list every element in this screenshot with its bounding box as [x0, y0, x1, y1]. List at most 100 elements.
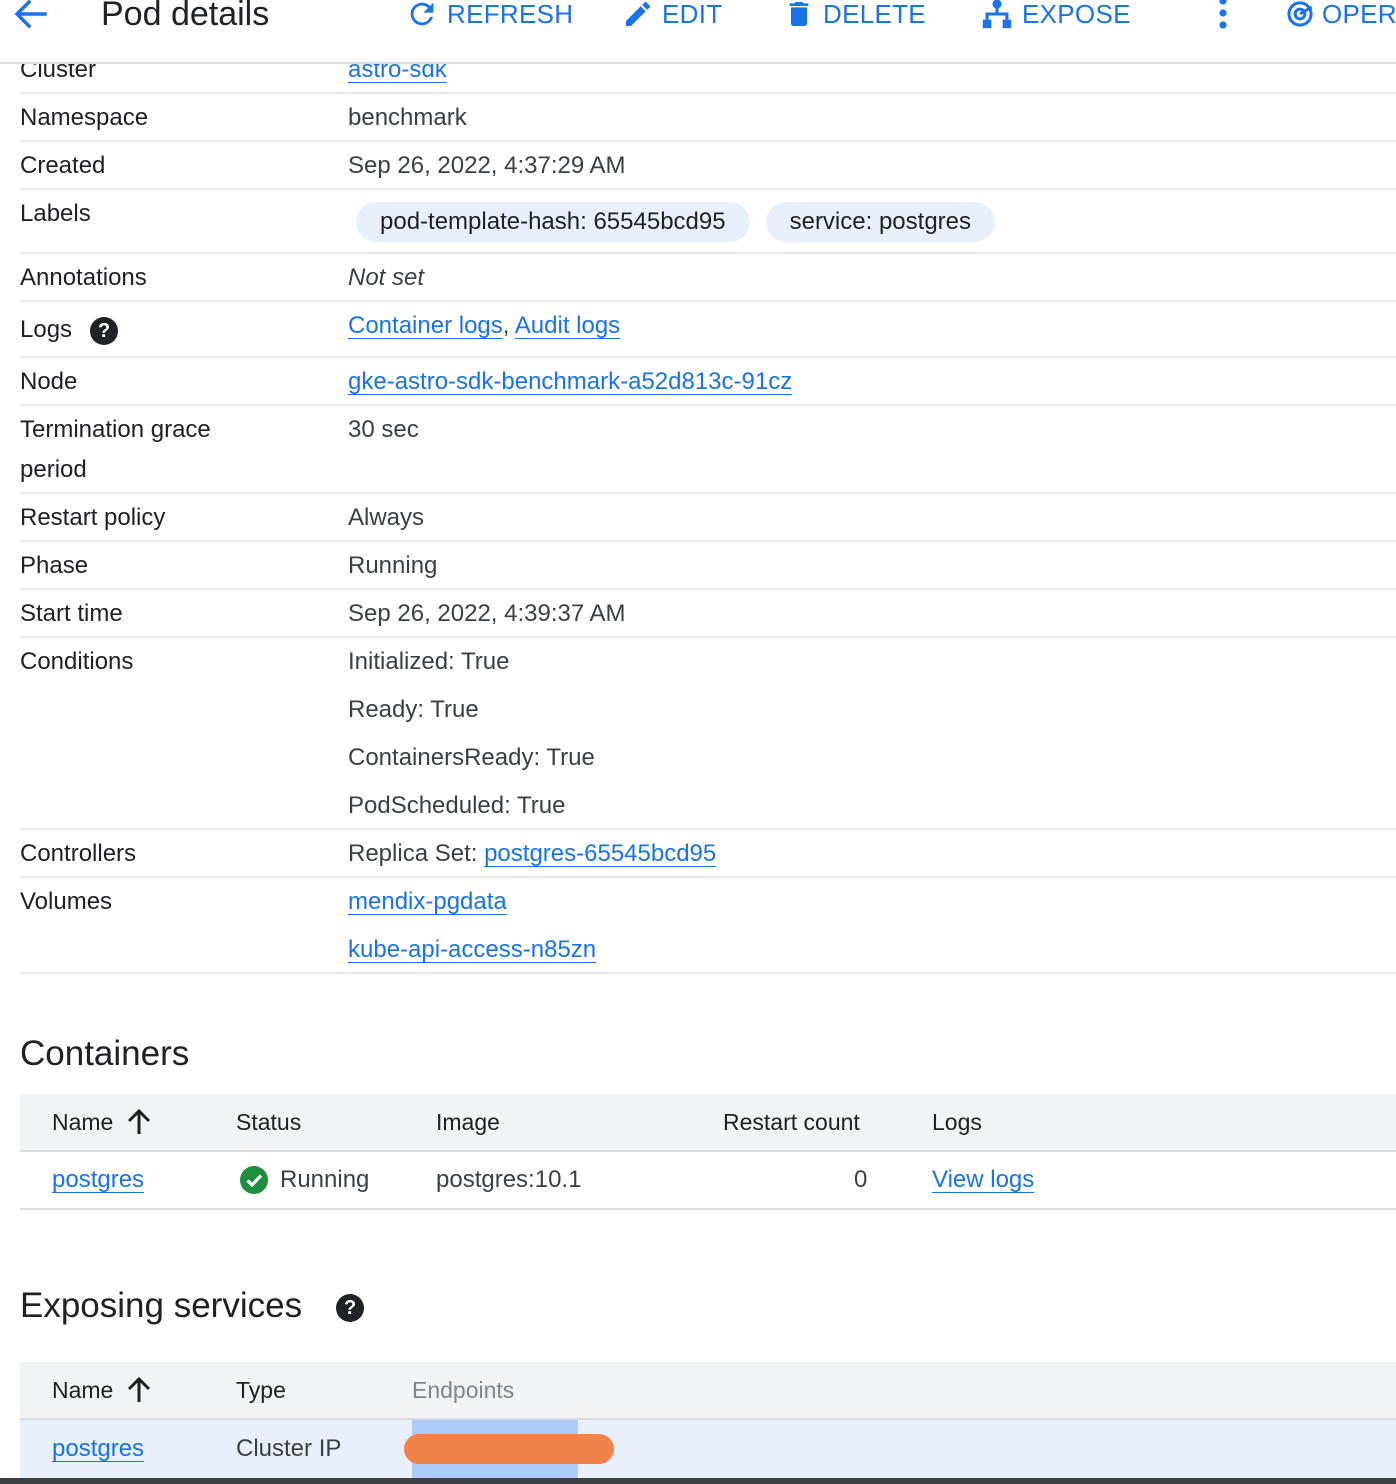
namespace-label: Namespace [20, 104, 149, 131]
expose-icon [982, 0, 1012, 29]
column-header-image[interactable]: Image [436, 1094, 500, 1150]
container-restart-count: 0 [854, 1166, 868, 1193]
detail-row-start-time: Start time Sep 26, 2022, 4:39:37 AM [20, 590, 1396, 638]
column-name-label: Name [52, 1377, 114, 1403]
detail-row-restart-policy: Restart policy Always [20, 494, 1396, 542]
more-vert-icon [1219, 0, 1227, 29]
conditions-label: Conditions [20, 648, 134, 675]
help-icon[interactable]: ? [90, 316, 119, 345]
column-header-endpoints[interactable]: Endpoints [412, 1362, 514, 1418]
operations-button[interactable]: OPERA [1286, 0, 1396, 32]
sort-ascending-icon [128, 1376, 151, 1402]
refresh-button[interactable]: REFRESH [405, 0, 573, 32]
sort-ascending-icon [128, 1108, 151, 1134]
refresh-icon [410, 2, 434, 26]
termination-label-line1: Termination grace [20, 416, 211, 443]
detail-row-logs: Logs? Container logs, Audit logs [20, 302, 1396, 358]
restart-policy-label: Restart policy [20, 504, 166, 531]
termination-label-line2: period [20, 456, 87, 483]
service-name-link[interactable]: postgres [52, 1420, 144, 1478]
created-value: Sep 26, 2022, 4:37:29 AM [348, 152, 626, 179]
created-label: Created [20, 152, 106, 179]
exposing-services-heading: Exposing services? [20, 1284, 365, 1328]
containers-table-header: Name Status Image Restart count Logs [20, 1094, 1396, 1152]
node-link[interactable]: gke-astro-sdk-benchmark-a52d813c-91cz [348, 368, 792, 395]
column-header-name[interactable]: Name [52, 1362, 151, 1418]
node-label: Node [20, 368, 78, 395]
condition-item: PodScheduled: True [348, 792, 566, 819]
logs-label: Logs [20, 316, 73, 343]
volumes-label: Volumes [20, 888, 113, 915]
volume-link[interactable]: kube-api-access-n85zn [348, 936, 596, 963]
toolbar: Pod details REFRESH EDIT DELETE EXPOSE O… [0, 0, 1396, 64]
edit-label: EDIT [662, 0, 723, 29]
restart-policy-value: Always [348, 504, 425, 531]
exposing-services-title: Exposing services [20, 1286, 303, 1325]
bottom-edge [0, 1478, 1396, 1484]
phase-label: Phase [20, 552, 89, 579]
replica-set-link[interactable]: postgres-65545bcd95 [484, 840, 716, 867]
detail-row-node: Node gke-astro-sdk-benchmark-a52d813c-91… [20, 358, 1396, 406]
phase-value: Running [348, 552, 438, 579]
controllers-prefix: Replica Set: [348, 840, 485, 867]
container-status: Running [280, 1166, 370, 1193]
detail-row-conditions: Conditions Initialized: True Ready: True… [20, 638, 1396, 830]
check-circle-icon [240, 1166, 268, 1194]
help-icon[interactable]: ? [336, 1293, 365, 1322]
services-table-header: Name Type Endpoints [20, 1362, 1396, 1420]
expose-button[interactable]: EXPOSE [980, 0, 1131, 32]
labels-label: Labels [20, 200, 91, 227]
condition-item: Ready: True [348, 696, 479, 723]
termination-label: Termination grace period [20, 410, 211, 490]
table-row: postgres Running postgres:10.1 0 View lo… [20, 1152, 1396, 1210]
annotations-label: Annotations [20, 264, 147, 291]
back-button[interactable] [8, 0, 52, 34]
detail-row-termination: Termination grace period 30 sec [20, 406, 1396, 494]
condition-item: Initialized: True [348, 648, 510, 675]
table-row: postgres Cluster IP [20, 1420, 1396, 1478]
more-actions-button[interactable] [1208, 0, 1238, 32]
column-header-type[interactable]: Type [236, 1362, 286, 1418]
delete-label: DELETE [823, 0, 926, 29]
column-header-status[interactable]: Status [236, 1094, 301, 1150]
detail-row-controllers: Controllers Replica Set: postgres-65545b… [20, 830, 1396, 878]
label-chip: pod-template-hash: 65545bcd95 [356, 202, 750, 242]
container-logs-link[interactable]: Container logs [348, 312, 503, 339]
arrow-back-icon [14, 0, 47, 29]
volume-link[interactable]: mendix-pgdata [348, 888, 507, 915]
condition-item: ContainersReady: True [348, 744, 595, 771]
detail-row-namespace: Namespace benchmark [20, 94, 1396, 142]
container-name-link[interactable]: postgres [52, 1152, 144, 1208]
column-header-name[interactable]: Name [52, 1094, 151, 1150]
operations-icon [1287, 1, 1313, 27]
detail-row-annotations: Annotations Not set [20, 254, 1396, 302]
redaction-mark [404, 1434, 614, 1464]
expose-label: EXPOSE [1022, 0, 1131, 29]
label-chip: service: postgres [765, 202, 995, 242]
service-type: Cluster IP [236, 1435, 342, 1462]
audit-logs-link[interactable]: Audit logs [515, 312, 620, 339]
detail-row-phase: Phase Running [20, 542, 1396, 590]
column-header-restart-count[interactable]: Restart count [723, 1094, 860, 1150]
detail-row-volumes: Volumes mendix-pgdata kube-api-access-n8… [20, 878, 1396, 974]
start-time-label: Start time [20, 600, 123, 627]
annotations-value: Not set [348, 264, 425, 291]
logs-label-wrap: Logs? [20, 310, 119, 350]
trash-icon [789, 2, 809, 26]
detail-row-labels: Labels pod-template-hash: 65545bcd95 serv… [20, 190, 1396, 254]
container-image: postgres:10.1 [436, 1166, 582, 1193]
start-time-value: Sep 26, 2022, 4:39:37 AM [348, 600, 626, 627]
edit-button[interactable]: EDIT [622, 0, 722, 32]
view-logs-link[interactable]: View logs [932, 1152, 1034, 1208]
detail-row-created: Created Sep 26, 2022, 4:37:29 AM [20, 142, 1396, 190]
logs-separator: , [502, 312, 510, 339]
column-header-logs[interactable]: Logs [932, 1094, 982, 1150]
controllers-label: Controllers [20, 840, 137, 867]
delete-button[interactable]: DELETE [783, 0, 926, 32]
containers-heading: Containers [20, 1034, 190, 1073]
namespace-value: benchmark [348, 104, 467, 131]
pencil-icon [626, 1, 651, 26]
column-name-label: Name [52, 1109, 114, 1135]
termination-value: 30 sec [348, 416, 419, 443]
page-title: Pod details [101, 0, 270, 33]
